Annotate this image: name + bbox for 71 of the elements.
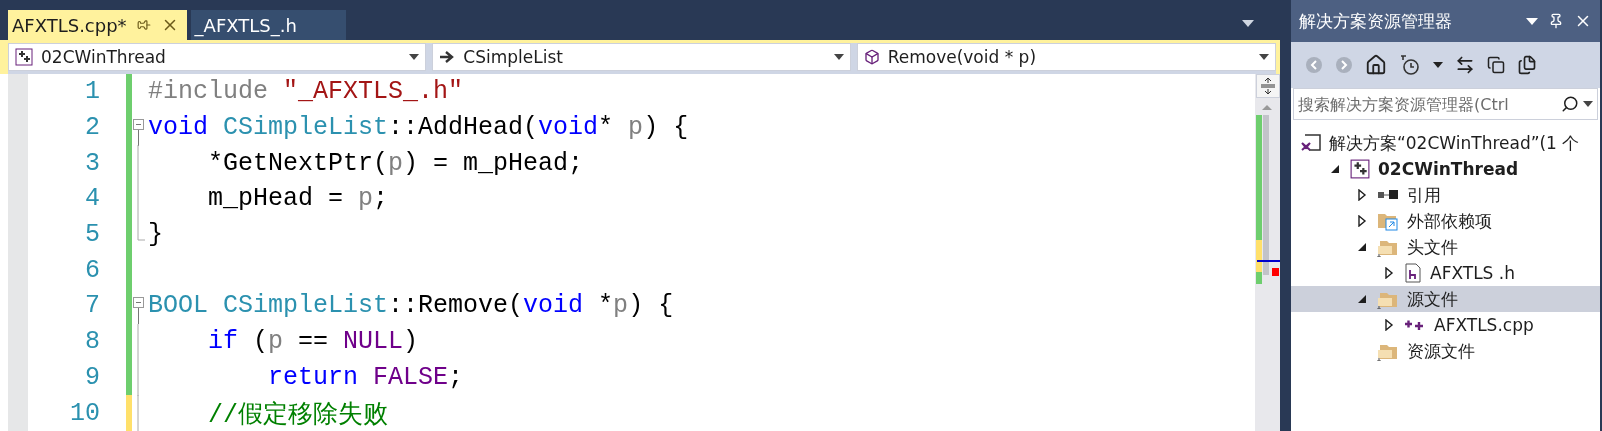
line-number: 4	[84, 184, 100, 214]
tree-item[interactable]: AFXTLS.cpp	[1291, 312, 1600, 338]
tree-item[interactable]: AFXTLS .h	[1291, 260, 1600, 286]
search-field[interactable]: 搜索解决方案资源管理器(Ctrl	[1293, 88, 1598, 120]
dropdown-caret-icon[interactable]	[833, 54, 844, 60]
cube-icon	[863, 49, 880, 65]
tree-item[interactable]: 源文件	[1291, 286, 1600, 312]
arrow-icon	[439, 50, 456, 64]
panel-title-bar: 解决方案资源管理器	[1291, 0, 1600, 42]
tab-list-icon[interactable]	[1242, 20, 1254, 27]
collapse-all-icon[interactable]	[1487, 56, 1505, 74]
navigation-dropdown[interactable]: Remove(void * p)	[856, 43, 1276, 71]
cpp-file-icon	[1404, 318, 1426, 332]
line-number: 10	[69, 398, 100, 428]
folder-link-icon	[1377, 211, 1399, 231]
header-file-icon	[1404, 263, 1422, 283]
split-handle[interactable]	[1255, 74, 1280, 98]
tree-item[interactable]: 02CWinThread	[1291, 156, 1600, 182]
sync-icon[interactable]	[1455, 55, 1475, 75]
collapse-icon[interactable]	[133, 118, 145, 146]
project-icon	[15, 48, 33, 66]
project-icon	[1350, 159, 1370, 179]
code-line: *GetNextPtr(p) = m_pHead;	[207, 148, 584, 178]
navigation-dropdown[interactable]: CSimpleList	[432, 43, 851, 71]
tree-item[interactable]: 外部依赖项	[1291, 208, 1600, 234]
line-number: 2	[84, 113, 100, 143]
code-line: #include "_AFXTLS_.h"	[148, 77, 464, 107]
collapsed-arrow-icon[interactable]	[1356, 189, 1368, 201]
split-icon	[1260, 77, 1275, 95]
line-number: 5	[84, 220, 100, 250]
collapsed-arrow-icon[interactable]	[1383, 319, 1395, 331]
collapsed-arrow-icon[interactable]	[1356, 215, 1368, 227]
code-line: return FALSE;	[267, 362, 464, 392]
fold-end-icon	[137, 216, 145, 241]
solution-icon	[1301, 134, 1321, 152]
code-line: BOOL CSimpleList::Remove(void *p) {	[148, 291, 674, 321]
navigation-dropdown[interactable]: 02CWinThread	[8, 43, 427, 71]
expanded-arrow-icon[interactable]	[1356, 293, 1368, 305]
dropdown-caret-icon[interactable]	[1526, 17, 1538, 25]
tree-item[interactable]: 资源文件	[1291, 338, 1600, 364]
expanded-arrow-icon[interactable]	[1356, 241, 1368, 253]
pin-icon[interactable]	[136, 18, 151, 32]
clock-icon[interactable]	[1399, 54, 1421, 76]
line-number: 1	[84, 77, 100, 107]
pin-icon[interactable]	[1548, 13, 1564, 29]
code-line: if (p == NULL)	[207, 327, 419, 357]
references-icon	[1377, 189, 1399, 201]
line-number: 7	[84, 291, 100, 321]
document-tab[interactable]: AFXTLS.cpp*	[8, 10, 187, 40]
tree-item[interactable]: 头文件	[1291, 234, 1600, 260]
tree-item[interactable]: 引用	[1291, 182, 1600, 208]
dropdown-caret-icon[interactable]	[1433, 62, 1443, 68]
line-number: 3	[84, 148, 100, 178]
dropdown-caret-icon[interactable]	[1583, 101, 1593, 107]
line-number: 6	[84, 255, 100, 285]
collapsed-arrow-icon[interactable]	[1383, 267, 1395, 279]
code-line: }	[148, 220, 163, 250]
expanded-arrow-icon[interactable]	[1329, 163, 1341, 175]
code-line: void CSimpleList::AddHead(void* p) {	[148, 113, 689, 143]
dropdown-caret-icon[interactable]	[1259, 54, 1269, 60]
pages-icon[interactable]	[1517, 55, 1537, 75]
collapse-icon[interactable]	[133, 297, 145, 325]
line-number: 9	[84, 362, 100, 392]
dropdown-caret-icon[interactable]	[409, 54, 420, 60]
tree-item[interactable]: 解决方案“02CWinThread”(1 个	[1291, 130, 1600, 156]
code-line: //假定移除失败	[207, 399, 388, 430]
code-line: m_pHead = p;	[207, 184, 389, 214]
document-tab[interactable]: _AFXTLS_.h	[190, 10, 346, 40]
line-number: 8	[84, 327, 100, 357]
home-icon[interactable]	[1365, 54, 1387, 76]
search-icon[interactable]	[1561, 95, 1579, 113]
